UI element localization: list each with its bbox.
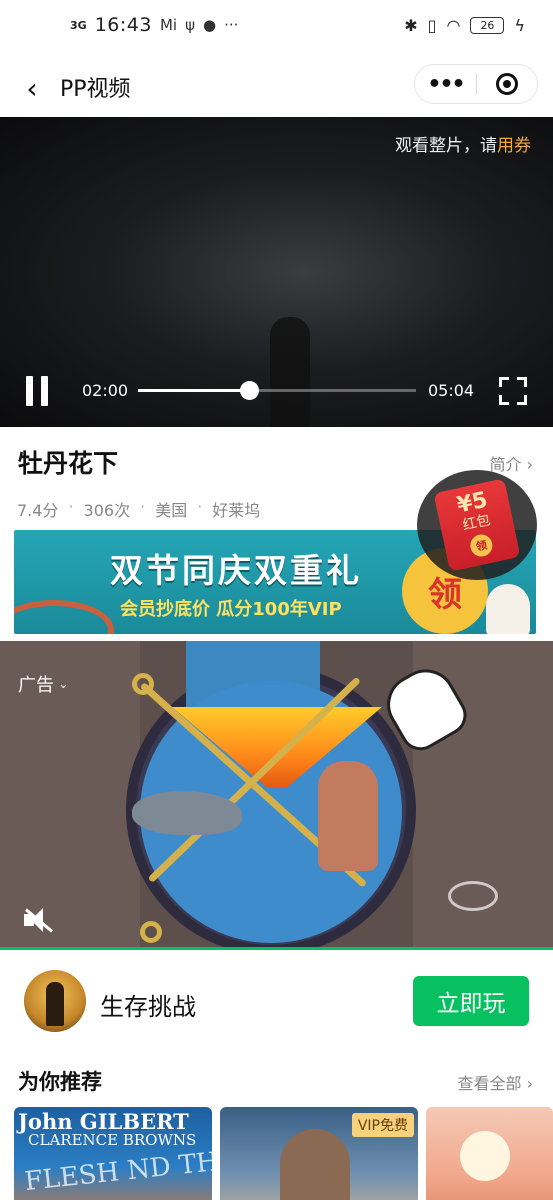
- fullscreen-button[interactable]: [499, 377, 527, 405]
- status-time: 16:43: [94, 14, 152, 36]
- poster-subtitle: CLARENCE BROWNS: [28, 1131, 197, 1149]
- game-name: 生存挑战: [100, 993, 196, 1021]
- seek-bar-fill: [138, 389, 250, 392]
- meta-separator: ·: [140, 497, 146, 516]
- meta-separator: ·: [197, 497, 203, 516]
- movie-country: 美国: [155, 501, 188, 520]
- charging-icon: ϟ: [514, 16, 525, 35]
- ad-video[interactable]: 广告 ⌄: [0, 641, 553, 950]
- fish-bone-icon: [448, 881, 498, 911]
- chevron-down-icon: ⌄: [58, 676, 69, 692]
- recommend-poster[interactable]: [426, 1107, 553, 1200]
- current-time: 02:00: [82, 381, 129, 400]
- red-packet-seal: 领: [468, 532, 495, 559]
- total-time: 05:04: [428, 381, 475, 400]
- movie-plays: 306次: [83, 501, 131, 520]
- bluetooth-icon: ✱: [404, 16, 418, 35]
- muscle-man-figure: [318, 761, 378, 871]
- chevron-right-icon: ›: [526, 455, 533, 474]
- vibrate-icon: ▯: [427, 16, 437, 35]
- red-packet-icon: ¥5 红包 领: [433, 478, 521, 572]
- use-coupon-link[interactable]: 用券: [497, 136, 531, 156]
- seek-bar[interactable]: [138, 381, 416, 400]
- meta-separator: ·: [68, 497, 74, 516]
- red-packet-float[interactable]: ¥5 红包 领: [417, 470, 537, 580]
- mute-button[interactable]: [22, 905, 56, 935]
- poster-sun: [460, 1131, 510, 1181]
- game-avatar: [24, 970, 86, 1032]
- nav-bar: ‹ PP视频 •••: [0, 60, 553, 116]
- intro-link-label: 简介: [489, 455, 522, 474]
- close-miniprogram-button[interactable]: [477, 64, 537, 104]
- miniprogram-capsule: •••: [414, 64, 538, 104]
- pause-bar-left: [26, 376, 33, 406]
- battery-icon: 26: [470, 17, 505, 34]
- movie-title: 牡丹花下: [18, 449, 119, 478]
- more-notifications-icon: ···: [224, 16, 239, 34]
- pause-button[interactable]: [26, 376, 54, 406]
- target-close-icon: [495, 73, 518, 95]
- back-button[interactable]: ‹: [16, 68, 48, 108]
- recommend-poster[interactable]: VIP免费: [220, 1107, 418, 1200]
- intro-link[interactable]: 简介 ›: [489, 451, 533, 475]
- ad-game-pin-ring: [132, 673, 154, 695]
- fullscreen-icon: [499, 377, 509, 387]
- coupon-tip-text: 观看整片，请: [395, 136, 497, 156]
- view-all-link[interactable]: 查看全部 ›: [457, 1070, 533, 1094]
- recommend-poster[interactable]: John GILBERT CLARENCE BROWNS FLESH ND TH…: [14, 1107, 212, 1200]
- chevron-left-icon: ‹: [26, 71, 38, 105]
- coupon-tip: 观看整片，请用券: [395, 131, 531, 156]
- page-title: PP视频: [60, 77, 131, 102]
- poster-figure: [280, 1129, 350, 1200]
- usb-icon: ψ: [185, 16, 195, 34]
- more-button[interactable]: •••: [415, 64, 476, 104]
- notification-badge-icon: Mi: [159, 16, 178, 34]
- pause-bar-right: [41, 376, 48, 406]
- chat-bubble-icon: ●: [202, 16, 217, 34]
- banner-decoration: [14, 600, 114, 634]
- movie-studio: 好莱坞: [212, 501, 261, 520]
- status-left: 3G 16:43 Mi ψ ● ···: [70, 14, 238, 36]
- banner-headline: 双节同庆双重礼: [110, 551, 362, 590]
- view-all-label: 查看全部: [457, 1074, 522, 1093]
- wifi-icon: ◠: [446, 16, 461, 35]
- fullscreen-icon-corner: [517, 377, 527, 387]
- shark-icon: [132, 791, 242, 835]
- ad-label-text: 广告: [18, 675, 54, 696]
- chevron-right-icon: ›: [526, 1074, 533, 1093]
- movie-rating: 7.4分: [17, 501, 59, 520]
- vip-free-badge: VIP免费: [351, 1113, 414, 1137]
- banner-subline: 会员抄底价 瓜分100年VIP: [120, 599, 342, 620]
- status-bar: 3G 16:43 Mi ψ ● ··· ✱ ▯ ◠ 26 ϟ: [0, 0, 553, 60]
- play-now-button[interactable]: 立即玩: [413, 976, 529, 1026]
- rabbit-icon: [486, 584, 530, 634]
- video-frame-figure: [270, 317, 310, 427]
- more-dots-icon: •••: [427, 71, 465, 97]
- ad-game-pin-ring: [140, 921, 162, 943]
- seek-bar-handle[interactable]: [240, 381, 260, 400]
- ad-label[interactable]: 广告 ⌄: [18, 671, 69, 697]
- fullscreen-icon-corner: [517, 395, 527, 405]
- ad-game-row[interactable]: 生存挑战 立即玩: [0, 950, 553, 1050]
- movie-meta: 7.4分 · 306次 · 美国 · 好莱坞: [17, 497, 260, 521]
- fullscreen-icon-corner: [499, 395, 509, 405]
- status-right: ✱ ▯ ◠ 26 ϟ: [404, 16, 525, 35]
- video-player[interactable]: 观看整片，请用券 02:00 05:04: [0, 117, 553, 427]
- network-signal-icon: 3G: [70, 18, 87, 32]
- recommend-title: 为你推荐: [18, 1070, 102, 1094]
